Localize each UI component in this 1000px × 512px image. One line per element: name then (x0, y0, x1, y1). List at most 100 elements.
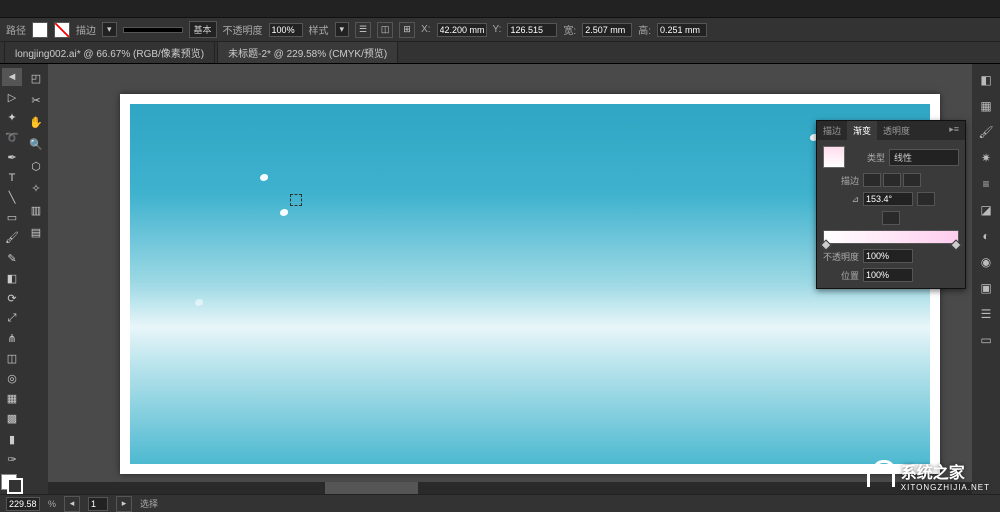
artboard-tool-icon[interactable]: ◰ (26, 68, 46, 88)
zoom-input[interactable] (6, 497, 40, 511)
stroke-profile-preview[interactable] (123, 27, 183, 33)
transparency-panel-icon[interactable]: ◐ (976, 226, 996, 246)
y-input[interactable] (507, 23, 557, 37)
path-label: 路径 (6, 22, 26, 37)
magic-wand-tool-icon[interactable]: ✦ (2, 108, 22, 126)
panel-stroke-label: 描边 (823, 174, 859, 187)
h-input[interactable] (657, 23, 707, 37)
perspective-tool-icon[interactable]: ▦ (2, 390, 22, 408)
panel-opacity-input[interactable] (863, 249, 913, 263)
gradient-preview-swatch[interactable] (823, 146, 845, 168)
scrollbar-thumb[interactable] (325, 482, 417, 494)
selection-tool-icon[interactable]: ◄ (2, 68, 22, 86)
paintbrush-tool-icon[interactable]: 🖌 (2, 229, 22, 247)
artboard-nav-prev-icon[interactable]: ◂ (64, 496, 80, 512)
artboard-nav-next-icon[interactable]: ▸ (116, 496, 132, 512)
rectangle-tool-icon[interactable]: ▭ (2, 209, 22, 227)
stroke-align-btn[interactable] (903, 173, 921, 187)
shape-builder-tool-icon[interactable]: ◎ (2, 370, 22, 388)
opacity-label: 不透明度 (223, 22, 263, 37)
brushes-panel-icon[interactable]: 🖌 (976, 122, 996, 142)
line-tool-icon[interactable]: ╲ (2, 189, 22, 207)
transform-icon[interactable]: ⊞ (399, 22, 415, 38)
gradient-panel: 描边 渐变 透明度 ▸≡ 类型 线性 描边 ⊿ (816, 120, 966, 289)
width-tool-icon[interactable]: ⋔ (2, 329, 22, 347)
rotate-tool-icon[interactable]: ⟳ (2, 289, 22, 307)
current-tool-label: 选择 (140, 497, 158, 510)
aspect-lock-icon[interactable] (917, 192, 935, 206)
document-tab[interactable]: longjing002.ai* @ 66.67% (RGB/像素预览) (4, 41, 215, 63)
hand-tool-icon[interactable]: ✋ (26, 112, 46, 132)
align-icon[interactable]: ☰ (355, 22, 371, 38)
blend-tool-icon[interactable]: ⬡ (26, 156, 46, 176)
pen-tool-icon[interactable]: ✒ (2, 148, 22, 166)
style-drop[interactable]: ▾ (335, 22, 350, 37)
stroke-align-btn[interactable] (863, 173, 881, 187)
angle-label: ⊿ (823, 194, 859, 205)
house-icon (867, 465, 895, 487)
artboards-panel-icon[interactable]: ▭ (976, 330, 996, 350)
eyedropper-tool-icon[interactable]: ✑ (2, 450, 22, 468)
panel-tab-transparency[interactable]: 透明度 (877, 121, 916, 140)
shape-mode-icon[interactable]: ◫ (377, 22, 393, 38)
lasso-tool-icon[interactable]: ➰ (2, 128, 22, 146)
gradient-panel-icon[interactable]: ◪ (976, 200, 996, 220)
free-transform-tool-icon[interactable]: ◫ (2, 350, 22, 368)
gradient-ramp[interactable] (823, 230, 959, 244)
petal-shape (195, 299, 203, 306)
stroke-color-icon[interactable] (7, 478, 23, 494)
opacity-input[interactable] (269, 23, 303, 37)
fill-swatch[interactable] (32, 22, 48, 38)
graphic-styles-icon[interactable]: ▣ (976, 278, 996, 298)
x-input[interactable] (437, 23, 487, 37)
selection-marker[interactable] (290, 194, 302, 206)
profile-drop[interactable]: 基本 (189, 21, 217, 38)
stroke-label: 描边 (76, 22, 96, 37)
eraser-tool-icon[interactable]: ◧ (2, 269, 22, 287)
slice-tool-icon[interactable]: ✂ (26, 90, 46, 110)
w-input[interactable] (582, 23, 632, 37)
y-label: Y: (493, 24, 502, 35)
left-toolbar: ◄ ▷ ✦ ➰ ✒ T ╲ ▭ 🖌 ✎ ◧ ⟳ ⤢ ⋔ ◫ ◎ ▦ ▩ ▮ ✑ (0, 64, 24, 494)
h-label: 高: (638, 22, 651, 37)
gradient-type-drop[interactable]: 线性 (889, 149, 959, 166)
zoom-tool-icon[interactable]: 🔍 (26, 134, 46, 154)
gradient-tool-icon[interactable]: ▮ (2, 430, 22, 448)
stroke-align-btn[interactable] (883, 173, 901, 187)
panel-opacity-label: 不透明度 (823, 250, 859, 263)
right-panel-strip: ◧ ▦ 🖌 ✷ ≡ ◪ ◐ ◉ ▣ ☰ ▭ (972, 64, 1000, 494)
scale-tool-icon[interactable]: ⤢ (2, 309, 22, 327)
pencil-tool-icon[interactable]: ✎ (2, 249, 22, 267)
document-tab[interactable]: 未标题-2* @ 229.58% (CMYK/预览) (217, 41, 398, 63)
gradient-sky-artwork (130, 104, 930, 464)
fill-stroke-indicator[interactable] (1, 474, 23, 494)
panel-menu-icon[interactable]: ▸≡ (943, 121, 965, 140)
artboard-nav-input[interactable] (88, 497, 108, 511)
watermark-text: 系统之家 (901, 459, 990, 483)
stroke-swatch[interactable] (54, 22, 70, 38)
stroke-panel-icon[interactable]: ≡ (976, 174, 996, 194)
layers-panel-icon[interactable]: ☰ (976, 304, 996, 324)
control-bar: 路径 描边 ▾ 基本 不透明度 样式 ▾ ☰ ◫ ⊞ X: Y: 宽: 高: (0, 18, 1000, 42)
horizontal-scrollbar[interactable] (48, 482, 972, 494)
type-tool-icon[interactable]: T (2, 169, 22, 187)
reverse-gradient-btn[interactable] (882, 211, 900, 225)
swatches-panel-icon[interactable]: ▦ (976, 96, 996, 116)
graph-tool-icon[interactable]: ▥ (26, 200, 46, 220)
symbol-sprayer-icon[interactable]: ✧ (26, 178, 46, 198)
mesh-tool-icon[interactable]: ▩ (2, 410, 22, 428)
type-label: 类型 (849, 151, 885, 164)
zoom-percent: % (48, 499, 56, 509)
watermark: 系统之家 XITONGZHIJIA.NET (867, 459, 990, 492)
stroke-weight-drop[interactable]: ▾ (102, 22, 117, 37)
symbols-panel-icon[interactable]: ✷ (976, 148, 996, 168)
color-panel-icon[interactable]: ◧ (976, 70, 996, 90)
angle-input[interactable] (863, 192, 913, 206)
direct-selection-tool-icon[interactable]: ▷ (2, 88, 22, 106)
appearance-panel-icon[interactable]: ◉ (976, 252, 996, 272)
location-input[interactable] (863, 268, 913, 282)
panel-tab-stroke[interactable]: 描边 (817, 121, 847, 140)
panel-tab-gradient[interactable]: 渐变 (847, 121, 877, 140)
panel-tab-bar: 描边 渐变 透明度 ▸≡ (817, 121, 965, 140)
column-graph-icon[interactable]: ▤ (26, 222, 46, 242)
